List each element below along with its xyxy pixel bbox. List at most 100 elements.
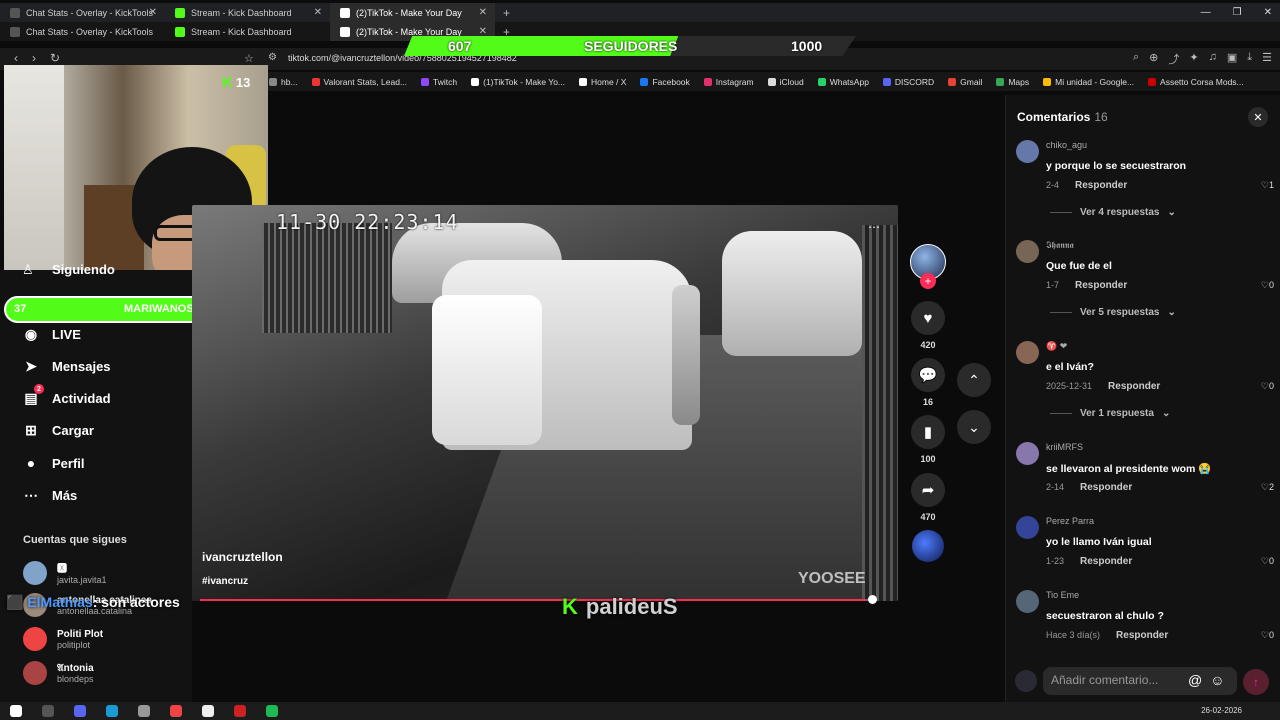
reply-button[interactable]: Responder xyxy=(1116,630,1168,641)
brave-icon[interactable] xyxy=(170,705,182,717)
reply-button[interactable]: Responder xyxy=(1075,280,1127,291)
reload-icon[interactable]: ↻ xyxy=(50,51,60,65)
extension-icon[interactable]: ✦ xyxy=(1189,51,1198,67)
nav-live[interactable]: ◉ LIVE xyxy=(22,325,81,343)
comment-user[interactable]: Perez Parra xyxy=(1046,516,1094,526)
nav-following[interactable]: Siguiendo xyxy=(52,262,115,277)
share-button[interactable]: ➦ 470 xyxy=(908,473,948,522)
tab[interactable]: Chat Stats - Overlay - KickTools ✕ xyxy=(0,3,165,22)
reply-button[interactable]: Responder xyxy=(1080,482,1132,493)
bookmark-item[interactable]: iCloud xyxy=(767,77,804,87)
tab[interactable]: Stream - Kick Dashboard ✕ xyxy=(165,3,330,22)
tab-active[interactable]: (2)TikTok - Make Your Day ✕ xyxy=(330,3,495,22)
tab[interactable]: Chat Stats - Overlay - KickTools xyxy=(0,22,165,41)
bookmark-item[interactable]: DISCORD xyxy=(882,77,934,87)
search-icon[interactable] xyxy=(42,705,54,717)
comment-user[interactable]: kriiMRFS xyxy=(1046,442,1083,452)
start-icon[interactable] xyxy=(10,705,22,717)
nav-more[interactable]: ⋯ Más xyxy=(22,486,77,504)
tab[interactable]: Stream - Kick Dashboard xyxy=(165,22,330,41)
follow-plus-icon[interactable]: + xyxy=(920,273,936,289)
creator-avatar[interactable]: + xyxy=(908,244,948,289)
spotify-icon[interactable] xyxy=(266,705,278,717)
comment-like[interactable]: ♡0 xyxy=(1261,381,1274,392)
video-author[interactable]: ivancruztellon xyxy=(202,550,283,564)
download-icon[interactable]: ⤓ xyxy=(1247,51,1252,67)
sidebar-icon[interactable]: ▣ xyxy=(1227,51,1237,67)
comment-like[interactable]: ♡2 xyxy=(1261,482,1274,493)
comment-user[interactable]: 𝕴𝖍𝖆𝖓𝖓𝖆 xyxy=(1046,240,1074,251)
bookmark-item[interactable]: Gmail xyxy=(948,77,982,87)
comment-like[interactable]: ♡0 xyxy=(1261,280,1274,291)
send-comment-button[interactable]: ↑ xyxy=(1243,669,1269,695)
more-options-icon[interactable]: ⋯ xyxy=(868,220,880,234)
mention-icon[interactable]: @ xyxy=(1188,672,1202,688)
close-icon[interactable]: ✕ xyxy=(149,7,157,18)
maximize-icon[interactable]: ❐ xyxy=(1233,7,1242,18)
site-info-icon[interactable]: ⚙ xyxy=(268,52,277,63)
save-button[interactable]: ▮ 100 xyxy=(908,415,948,464)
share-icon[interactable]: ⤴ xyxy=(1168,51,1179,67)
video-player[interactable] xyxy=(192,205,898,601)
bookmark-item[interactable]: WhatsApp xyxy=(817,77,869,87)
comment-user[interactable]: chiko_agu xyxy=(1046,140,1087,150)
bookmark-item[interactable]: hb... xyxy=(269,77,298,87)
reply-button[interactable]: Responder xyxy=(1080,556,1132,567)
bookmark-item[interactable]: Assetto Corsa Mods... xyxy=(1148,77,1244,87)
following-account[interactable]: 🆇javita.javita1 xyxy=(23,560,107,585)
bookmark-item[interactable]: Mi unidad - Google... xyxy=(1043,77,1134,87)
music-disc[interactable] xyxy=(908,530,948,562)
bookmark-item[interactable]: Instagram xyxy=(703,77,754,87)
minimize-icon[interactable]: — xyxy=(1201,7,1211,18)
progress-knob[interactable] xyxy=(868,595,877,604)
comment-like[interactable]: ♡0 xyxy=(1261,630,1274,641)
nav-activity[interactable]: ▤ 2 Actividad xyxy=(22,384,111,407)
bookmark-item[interactable]: Valorant Stats, Lead... xyxy=(311,77,407,87)
view-replies[interactable]: Ver 4 respuestas ⌄ xyxy=(1050,207,1176,218)
bookmark-icon[interactable]: ☆ xyxy=(244,52,254,65)
comment-like[interactable]: ♡0 xyxy=(1261,556,1274,567)
comment-user[interactable]: ♈ ❤ xyxy=(1046,341,1067,352)
nav-upload[interactable]: ⊞ Cargar xyxy=(22,421,94,439)
like-button[interactable]: ♥ 420 xyxy=(908,301,948,350)
close-icon[interactable]: ✕ xyxy=(314,7,322,18)
next-video-button[interactable]: ⌄ xyxy=(957,410,991,444)
menu-icon[interactable]: ☰ xyxy=(1262,51,1272,67)
avatar[interactable] xyxy=(1016,341,1039,364)
video-hashtag[interactable]: #ivancruz xyxy=(202,576,248,587)
obs-icon[interactable] xyxy=(234,705,246,717)
avatar[interactable] xyxy=(1016,442,1039,465)
bookmark-item[interactable]: Maps xyxy=(996,77,1029,87)
new-tab-button[interactable]: + xyxy=(495,6,518,20)
comment-like[interactable]: ♡1 xyxy=(1261,180,1274,191)
avatar[interactable] xyxy=(1016,240,1039,263)
comment-user[interactable]: Tio Eme xyxy=(1046,590,1079,600)
zoom-icon[interactable]: ⊕ xyxy=(1149,51,1158,67)
nav-messages[interactable]: ➤ Mensajes xyxy=(22,357,110,375)
following-account[interactable]: Politi Plot politiplot xyxy=(23,627,103,651)
emoji-icon[interactable]: ☺ xyxy=(1210,672,1224,688)
close-comments-button[interactable]: ✕ xyxy=(1248,107,1268,127)
back-icon[interactable]: ‹ xyxy=(14,51,18,65)
reply-button[interactable]: Responder xyxy=(1075,180,1127,191)
avatar[interactable] xyxy=(1016,590,1039,613)
close-icon[interactable]: ✕ xyxy=(479,7,487,18)
discord-icon[interactable] xyxy=(74,705,86,717)
previous-video-button[interactable]: ⌃ xyxy=(957,363,991,397)
forward-icon[interactable]: › xyxy=(32,51,36,65)
bookmark-item[interactable]: Home / X xyxy=(579,77,626,87)
music-icon[interactable]: ♫ xyxy=(1209,51,1217,67)
following-account[interactable]: 𝔄ntonia blondeps xyxy=(23,661,94,685)
view-replies[interactable]: Ver 1 respuesta ⌄ xyxy=(1050,408,1170,419)
video-progress-bar[interactable] xyxy=(200,595,877,604)
reply-button[interactable]: Responder xyxy=(1108,381,1160,392)
bookmark-item[interactable]: (1)TikTok - Make Yo... xyxy=(471,77,565,87)
app-icon[interactable] xyxy=(138,705,150,717)
comment-button[interactable]: 💬 16 xyxy=(908,358,948,407)
bookmark-item[interactable]: Twitch xyxy=(421,77,457,87)
nav-profile[interactable]: ● Perfil xyxy=(22,454,85,472)
steam-icon[interactable] xyxy=(106,705,118,717)
avatar[interactable] xyxy=(1016,516,1039,539)
avatar[interactable] xyxy=(1016,140,1039,163)
view-replies[interactable]: Ver 5 respuestas ⌄ xyxy=(1050,307,1176,318)
